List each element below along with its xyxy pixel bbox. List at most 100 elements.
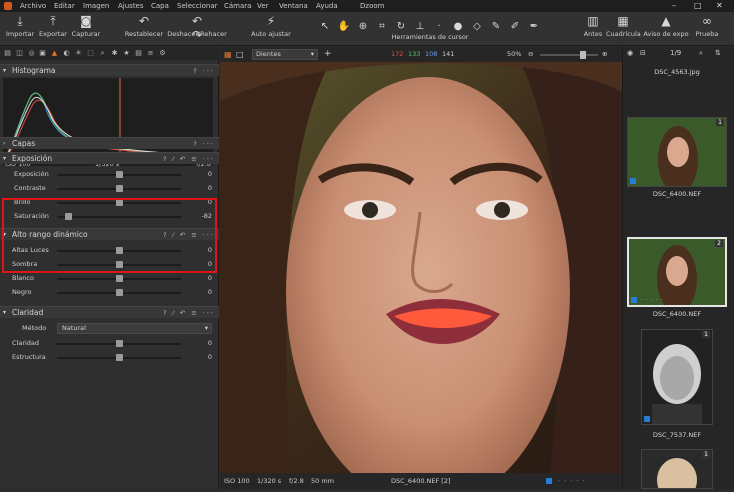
left-iris <box>362 202 378 218</box>
search-icon[interactable]: ⌕ <box>699 47 703 60</box>
import-button[interactable]: ⤓ Importar <box>6 14 34 38</box>
zoom-slider[interactable] <box>540 51 598 59</box>
exposure-warning-button[interactable]: ▲ Aviso de expo <box>643 14 689 38</box>
histogram-header[interactable]: ▾ Histograma ? ··· <box>0 64 219 76</box>
heal-icon[interactable]: ● <box>451 20 465 34</box>
slider-value[interactable]: 0 <box>190 337 212 350</box>
clarity-header[interactable]: ▾ Claridad ? ⁄ ↶ ≡ ··· <box>0 306 219 318</box>
section-controls[interactable]: ? ··· <box>193 65 215 77</box>
menu-seleccionar[interactable]: Seleccionar <box>177 0 218 12</box>
slider-knob[interactable] <box>116 185 123 192</box>
color-tag-icon[interactable] <box>630 178 636 184</box>
slider-value[interactable]: 0 <box>190 182 212 195</box>
maximize-button[interactable]: □ <box>694 0 702 12</box>
output-tab-icon[interactable]: ▤ <box>134 49 143 58</box>
color-tab-icon[interactable]: ◐ <box>62 49 71 58</box>
slider-knob[interactable] <box>116 275 123 282</box>
menu-ventana[interactable]: Ventana <box>279 0 308 12</box>
filter-icon[interactable]: ⊟ <box>640 47 646 60</box>
auto-adjust-button[interactable]: ⚡ Auto ajustar <box>250 14 292 38</box>
zoom-out-icon[interactable]: ⊖ <box>528 47 533 62</box>
section-controls[interactable]: ? ⁄ ↶ ≡ ··· <box>163 153 215 165</box>
settings-tab-icon[interactable]: ⚙ <box>158 49 167 58</box>
single-view-icon[interactable]: □ <box>236 47 244 62</box>
thumbnail[interactable]: 1 <box>641 449 713 492</box>
zoom-icon[interactable]: ⊕ <box>356 20 370 34</box>
lens-tab-icon[interactable]: ◎ <box>27 49 36 58</box>
minimize-button[interactable]: – <box>672 0 676 12</box>
thumbnail-caption: DSC_6400.NEF <box>652 310 702 318</box>
menu-editar[interactable]: Editar <box>54 0 75 12</box>
auto-adjust-label: Auto ajustar <box>251 30 291 38</box>
exposure-tab-icon[interactable]: ▲ <box>50 49 59 58</box>
pan-hand-icon[interactable]: ✋ <box>337 20 351 34</box>
color-tag-icon[interactable] <box>644 416 650 422</box>
section-controls[interactable]: ? ⁄ ↶ ≡ ··· <box>163 307 215 319</box>
local-tab-icon[interactable]: ⬚ <box>86 49 95 58</box>
multi-view-icon[interactable]: ▦ <box>224 47 232 62</box>
capture-tab-icon[interactable]: ◫ <box>15 49 24 58</box>
search-tab-icon[interactable]: ⌕ <box>98 49 107 58</box>
view-icon[interactable]: ◉ <box>627 47 633 60</box>
proof-label: Prueba <box>695 30 719 38</box>
menu-ajustes[interactable]: Ajustes <box>118 0 144 12</box>
grid-icon: ▦ <box>617 14 629 28</box>
layer-select[interactable]: Dientes ▾ <box>252 49 318 60</box>
undo-redo-button[interactable]: ↶ ↷ Deshacer/Rehacer <box>167 14 227 42</box>
slider-value[interactable]: 0 <box>190 351 212 364</box>
proof-button[interactable]: ∞ Prueba <box>692 14 722 38</box>
select-cursor-icon[interactable]: ↖ <box>318 20 332 34</box>
menu-capa[interactable]: Capa <box>151 0 169 12</box>
exposure-header[interactable]: ▾ Exposición ? ⁄ ↶ ≡ ··· <box>0 152 219 164</box>
star-tab-icon[interactable]: ★ <box>122 49 131 58</box>
sort-icon[interactable]: ⇅ <box>715 47 721 60</box>
method-select[interactable]: Natural ▾ <box>57 323 212 334</box>
menu-camara[interactable]: Cámara <box>224 0 251 12</box>
batch-tab-icon[interactable]: ≡ <box>146 49 155 58</box>
grid-button[interactable]: ▦ Cuadrícula <box>606 14 641 38</box>
slider-value[interactable]: 0 <box>190 272 212 285</box>
menu-ver[interactable]: Ver <box>257 0 268 12</box>
library-tab-icon[interactable]: ▤ <box>3 49 12 58</box>
export-button[interactable]: ⤒ Exportar <box>38 14 68 38</box>
slider-knob[interactable] <box>116 289 123 296</box>
reset-button[interactable]: ↶ Restablecer <box>124 14 164 38</box>
crosshair-icon[interactable]: + <box>324 47 332 62</box>
thumbnail[interactable]: 1 <box>627 117 727 194</box>
thumbnail-selected[interactable]: 2 ····· <box>627 237 727 313</box>
zoom-slider-knob[interactable] <box>580 51 586 59</box>
before-button[interactable]: ▥ Antes <box>581 14 605 38</box>
layers-header[interactable]: › Capas ? ··· <box>0 137 219 149</box>
picker-icon[interactable]: ✒ <box>527 20 541 34</box>
slider-row: Negro 0 <box>0 286 219 299</box>
slider-knob[interactable] <box>116 340 123 347</box>
capture-button[interactable]: ◙ Capturar <box>71 14 101 38</box>
spot-icon[interactable]: · <box>432 20 446 34</box>
rating-stars[interactable]: ····· <box>558 473 588 489</box>
image-viewer[interactable] <box>220 62 622 473</box>
slider-value[interactable]: 0 <box>190 168 212 181</box>
details-tab-icon[interactable]: ✳ <box>74 49 83 58</box>
color-tag-icon[interactable] <box>546 478 552 484</box>
thumbnail[interactable]: 1 <box>641 329 713 425</box>
layers-tab-icon[interactable]: ▣ <box>38 49 47 58</box>
pen-icon[interactable]: ✐ <box>508 20 522 34</box>
brush-icon[interactable]: ✎ <box>489 20 503 34</box>
eraser-icon[interactable]: ◇ <box>470 20 484 34</box>
close-button[interactable]: ✕ <box>716 0 723 12</box>
menu-archivo[interactable]: Archivo <box>20 0 46 12</box>
slider-row: Claridad 0 <box>0 337 219 350</box>
section-controls[interactable]: ? ··· <box>193 138 215 150</box>
slider-value[interactable]: 0 <box>190 286 212 299</box>
keystone-icon[interactable]: ⊥ <box>413 20 427 34</box>
menu-ayuda[interactable]: Ayuda <box>316 0 338 12</box>
slider-knob[interactable] <box>116 171 123 178</box>
color-tag-icon[interactable] <box>631 297 637 303</box>
slider-knob[interactable] <box>116 354 123 361</box>
menu-imagen[interactable]: Imagen <box>83 0 109 12</box>
rotate-icon[interactable]: ↻ <box>394 20 408 34</box>
metadata-tab-icon[interactable]: ✱ <box>110 49 119 58</box>
zoom-in-icon[interactable]: ⊕ <box>602 47 607 62</box>
rating-stars[interactable]: ····· <box>641 297 666 304</box>
crop-icon[interactable]: ⌗ <box>375 20 389 34</box>
